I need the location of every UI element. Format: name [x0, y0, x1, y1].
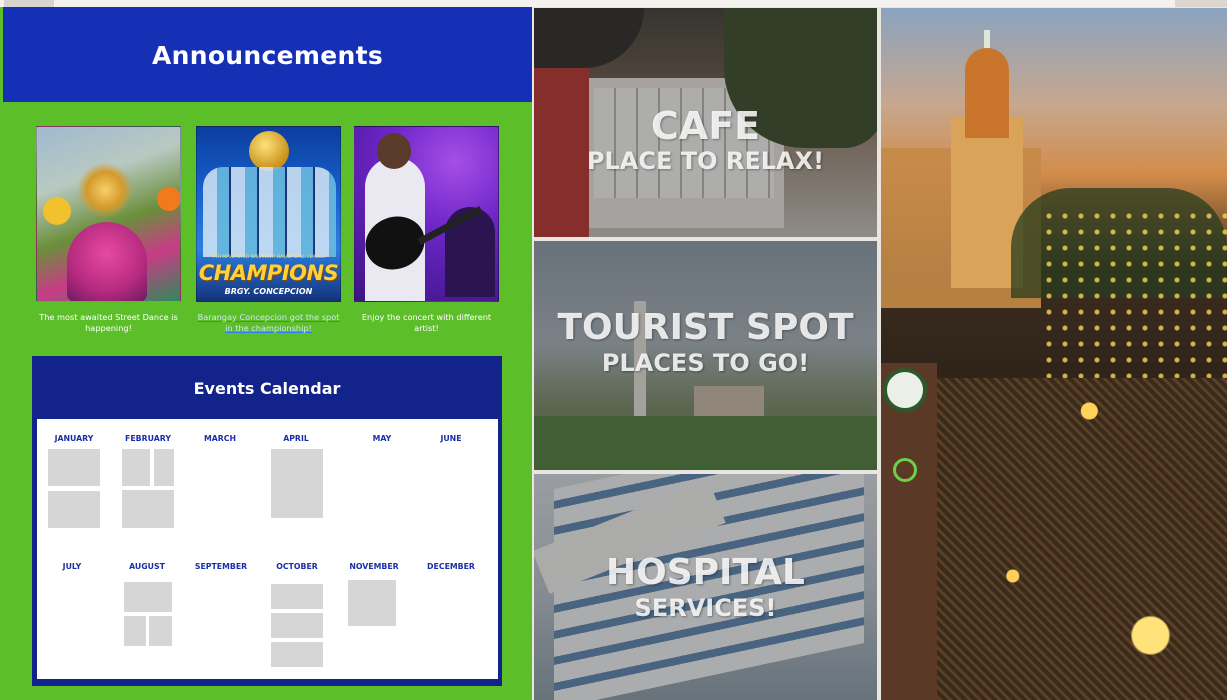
- event-block[interactable]: [271, 449, 323, 518]
- month-april: APRIL: [283, 434, 309, 443]
- poster-subtitle: 7TH MPVE ISTEO BARANGAY BASKETBALL LEAGU…: [211, 255, 326, 260]
- poster-title: CHAMPIONS: [198, 261, 339, 285]
- event-block[interactable]: [48, 449, 100, 486]
- basketball-champions-poster[interactable]: 7TH MPVE ISTEO BARANGAY BASKETBALL LEAGU…: [196, 126, 341, 302]
- event-block[interactable]: [48, 491, 100, 528]
- event-block[interactable]: [122, 449, 150, 486]
- month-october: OCTOBER: [276, 562, 318, 571]
- month-february: FEBRUARY: [125, 434, 171, 443]
- event-block[interactable]: [271, 613, 323, 638]
- cafe-title: CAFE: [650, 104, 761, 148]
- event-block[interactable]: [122, 490, 174, 528]
- month-november: NOVEMBER: [349, 562, 399, 571]
- cafe-subtitle: PLACE TO RELAX!: [586, 147, 825, 175]
- announcement-caption-link[interactable]: Barangay Concepcion got the spot in the …: [196, 312, 341, 333]
- announcements-title: Announcements: [151, 41, 384, 70]
- event-block[interactable]: [124, 582, 172, 612]
- event-block[interactable]: [149, 616, 172, 646]
- events-calendar: Events Calendar JANUARY FEBRUARY MARCH A…: [32, 356, 502, 686]
- announcements-panel: Announcements The most awaited Street Da…: [0, 7, 532, 700]
- tourist-spot-title: TOURIST SPOT: [557, 307, 854, 348]
- hospital-subtitle: SERVICES!: [634, 594, 777, 622]
- concert-guitarist-photo[interactable]: [354, 126, 499, 302]
- month-august: AUGUST: [129, 562, 165, 571]
- announcements-header: Announcements: [3, 7, 532, 102]
- top-strip: [0, 0, 1227, 7]
- announcement-card-street-dance[interactable]: The most awaited Street Dance is happeni…: [36, 126, 181, 333]
- street-dance-photo[interactable]: [36, 126, 181, 302]
- poster-team: BRGY. CONCEPCION: [224, 287, 313, 296]
- event-block[interactable]: [124, 616, 146, 646]
- announcement-caption: The most awaited Street Dance is happeni…: [39, 312, 178, 333]
- month-january: JANUARY: [54, 434, 94, 443]
- tourist-spot-subtitle: PLACES TO GO!: [601, 349, 810, 377]
- tourist-spot-tile[interactable]: TOURIST SPOT PLACES TO GO!: [534, 241, 877, 470]
- ring-icon: [893, 458, 917, 482]
- event-block[interactable]: [271, 584, 323, 609]
- clock-icon: [883, 368, 927, 412]
- month-december: DECEMBER: [427, 562, 475, 571]
- event-block[interactable]: [154, 449, 174, 486]
- event-block[interactable]: [271, 642, 323, 667]
- month-june: JUNE: [440, 434, 462, 443]
- calendar-grid: JANUARY FEBRUARY MARCH APRIL MAY JUNE JU…: [37, 419, 498, 679]
- hospital-title: HOSPITAL: [605, 552, 805, 593]
- month-march: MARCH: [203, 434, 237, 443]
- announcement-card-concert[interactable]: Enjoy the concert with different artist!: [354, 126, 499, 333]
- events-calendar-title: Events Calendar: [193, 379, 341, 398]
- announcement-caption: Enjoy the concert with different artist!: [361, 312, 492, 333]
- event-block[interactable]: [348, 580, 396, 626]
- hospital-tile[interactable]: HOSPITAL SERVICES!: [534, 474, 877, 700]
- month-may: MAY: [372, 434, 392, 443]
- month-september: SEPTEMBER: [194, 562, 248, 571]
- cafe-tile[interactable]: CAFE PLACE TO RELAX!: [534, 8, 877, 237]
- month-july: JULY: [62, 562, 82, 571]
- announcement-card-champions[interactable]: 7TH MPVE ISTEO BARANGAY BASKETBALL LEAGU…: [196, 126, 341, 333]
- church-plaza-night-photo: [881, 8, 1227, 700]
